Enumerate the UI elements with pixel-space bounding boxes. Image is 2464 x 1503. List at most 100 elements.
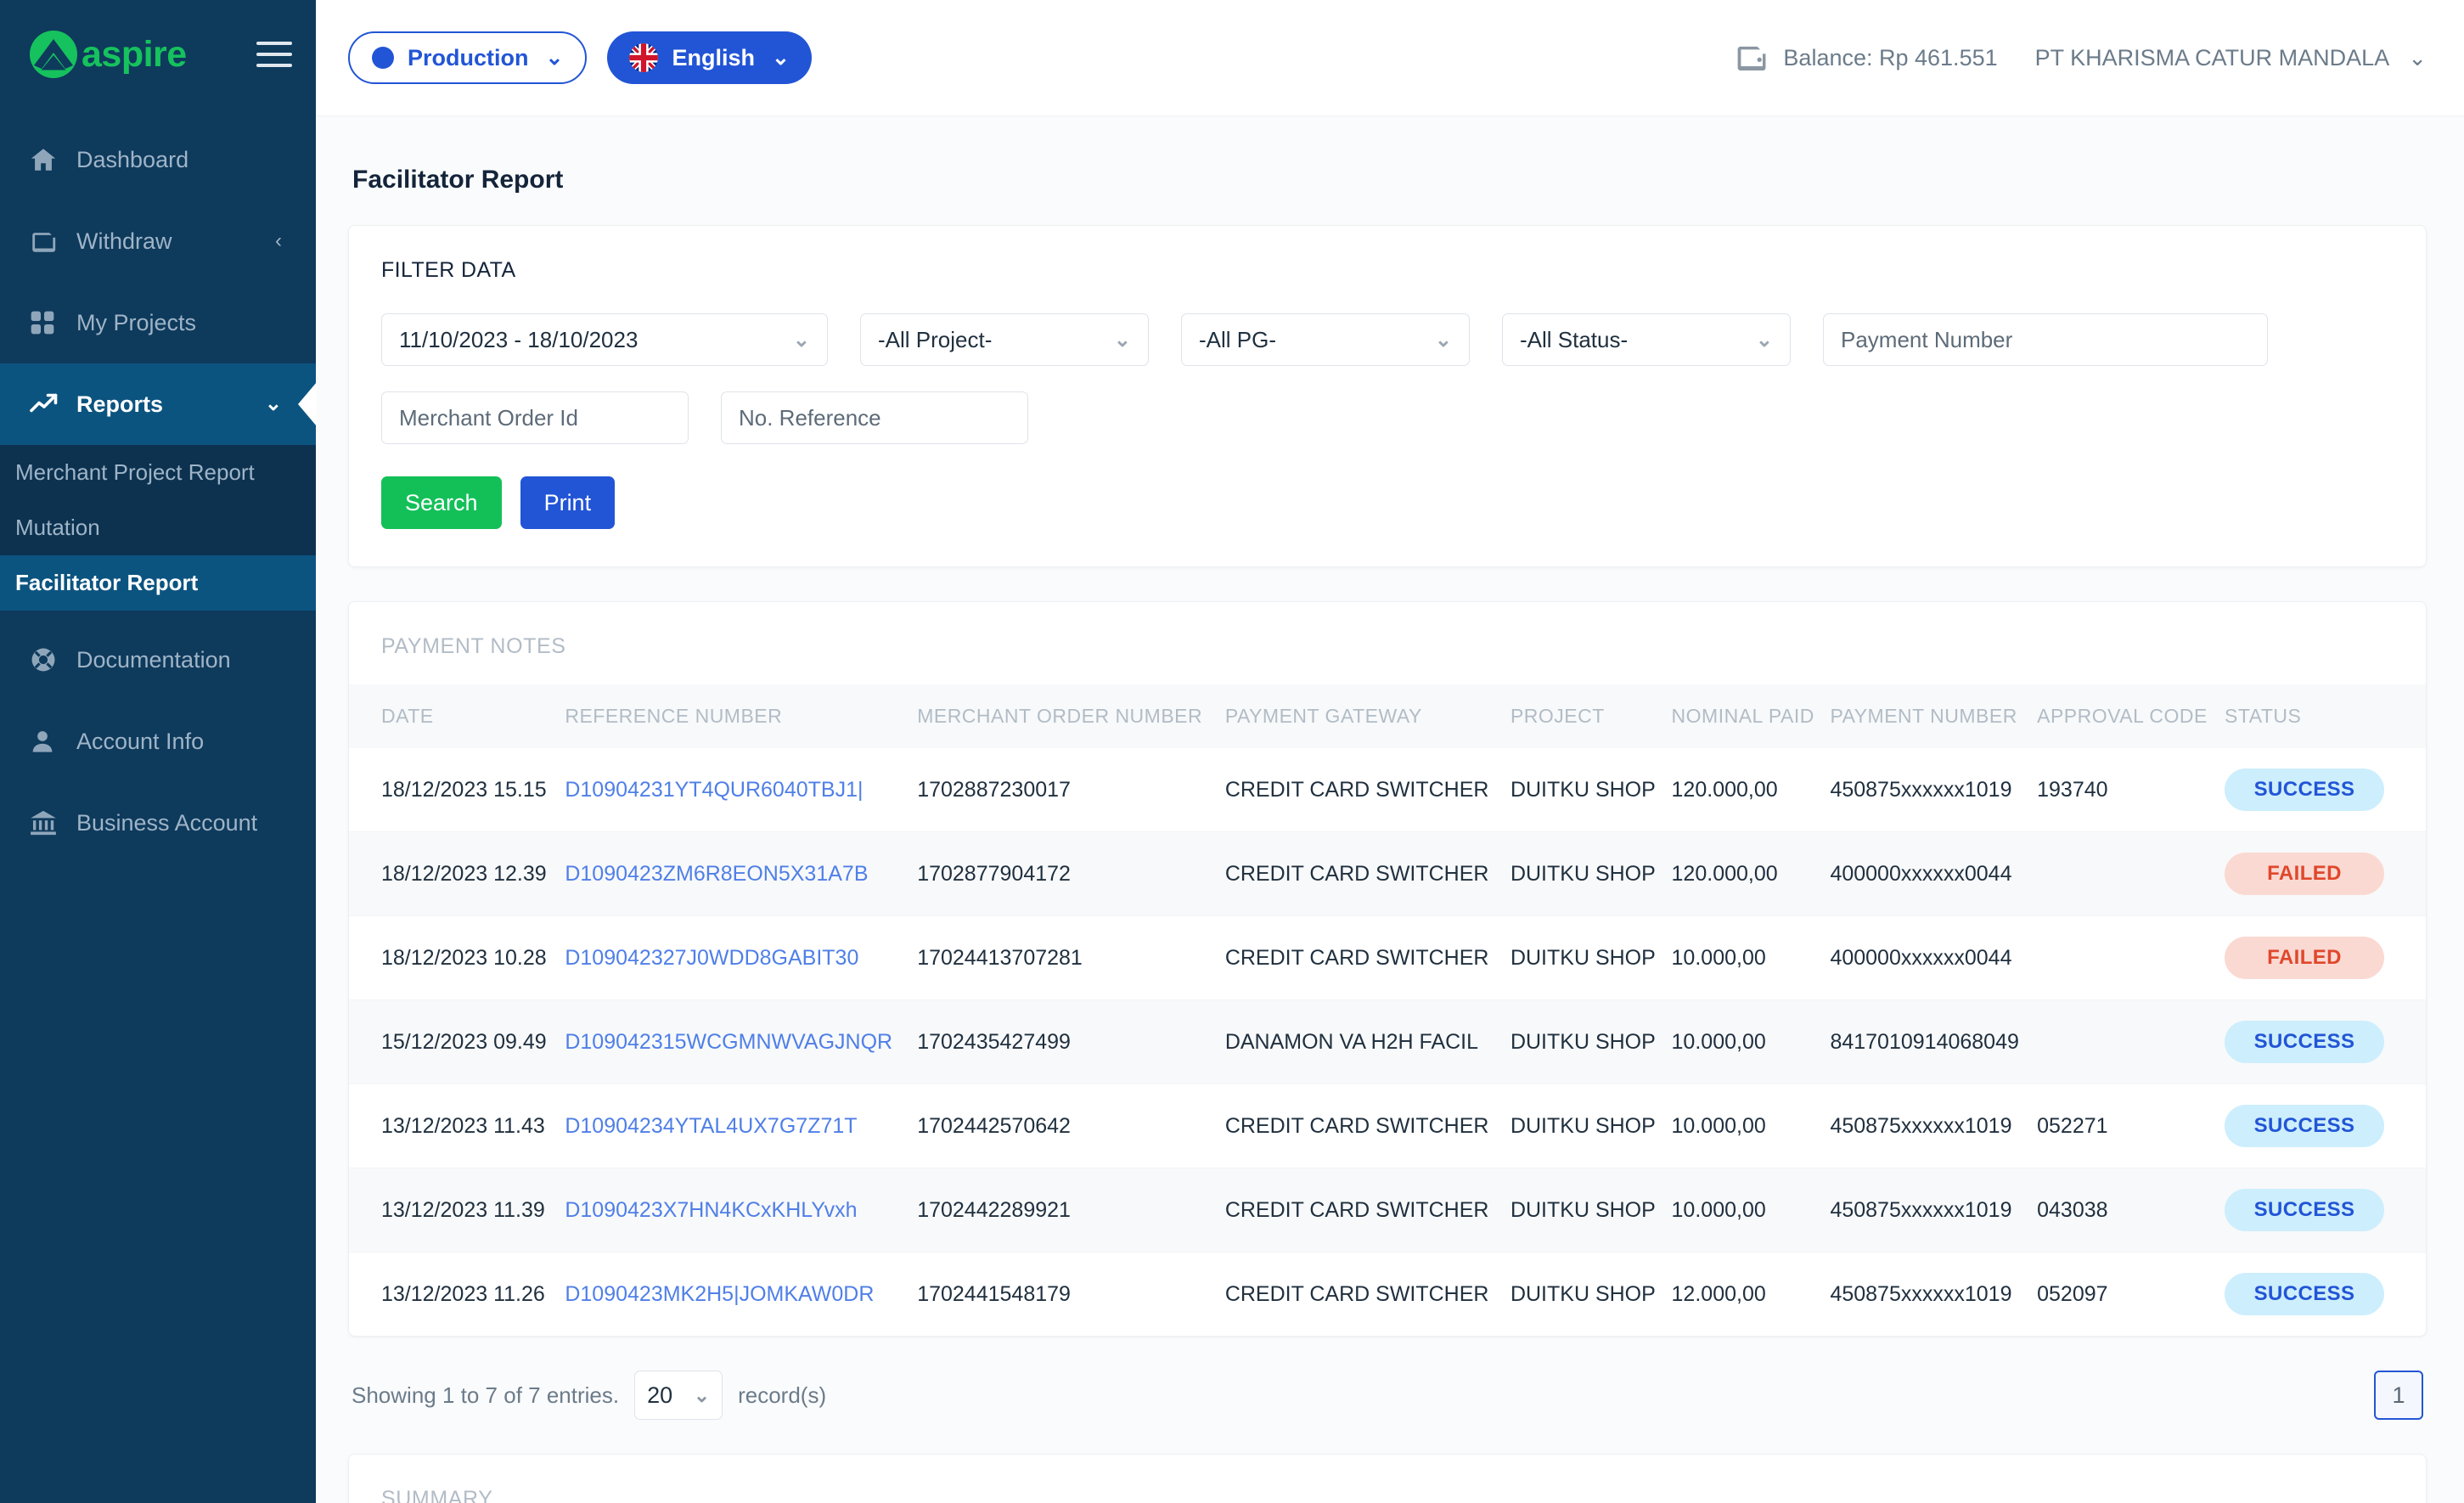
reference-number-link[interactable]: D1090423X7HN4KCxKHLYvxh [565, 1198, 857, 1222]
sidebar-subitem-merchant-project-report[interactable]: Merchant Project Report [0, 445, 316, 500]
sidebar-subitem-facilitator-report[interactable]: Facilitator Report [0, 555, 316, 611]
sidebar-item-account-info[interactable]: Account Info [0, 701, 316, 782]
sidebar-item-reports[interactable]: Reports ⌄ [0, 363, 316, 445]
table-cell-payment-number: 8417010914068049 [1830, 999, 2038, 1084]
date-range-picker[interactable]: 11/10/2023 - 18/10/2023 ⌄ [381, 313, 828, 366]
table-cell-date: 15/12/2023 09.49 [349, 999, 565, 1084]
topbar: Production ⌄ English ⌄ Balance: Rp 461.5… [316, 0, 2464, 116]
environment-label: Production [408, 44, 529, 70]
status-badge: SUCCESS [2225, 1189, 2385, 1231]
sidebar-item-withdraw[interactable]: Withdraw ‹ [0, 200, 316, 282]
environment-selector[interactable]: Production ⌄ [348, 31, 588, 84]
filter-row-1: 11/10/2023 - 18/10/2023 ⌄ -All Project- … [381, 313, 2394, 366]
table-row: 13/12/2023 11.26 D1090423MK2H5|JOMKAW0DR 1… [349, 1252, 2426, 1337]
table-cell-status: SUCCESS [2225, 1168, 2426, 1252]
language-selector[interactable]: English ⌄ [607, 31, 812, 84]
table-cell-nominal-paid: 10.000,00 [1671, 1168, 1831, 1252]
reference-number-link[interactable]: D10904234YTAL4UX7G7Z71T [565, 1114, 857, 1138]
table-cell-payment-gateway: DANAMON VA H2H FACIL [1224, 999, 1510, 1084]
table-cell-nominal-paid: 120.000,00 [1671, 831, 1831, 916]
grid-icon [29, 309, 68, 336]
table-cell-nominal-paid: 10.000,00 [1671, 915, 1831, 1000]
status-badge: SUCCESS [2225, 1273, 2385, 1315]
sidebar-item-my-projects[interactable]: My Projects [0, 282, 316, 363]
project-select[interactable]: -All Project- ⌄ [860, 313, 1149, 366]
reference-number-link[interactable]: D109042327J0WDD8GABIT30 [565, 946, 858, 970]
table-cell-reference-number: D109042327J0WDD8GABIT30 [565, 915, 918, 1000]
hamburger-icon[interactable] [256, 42, 292, 67]
pagination-page-1[interactable]: 1 [2374, 1371, 2423, 1420]
reference-number-link[interactable]: D109042315WCGMNWVAGJNQR [565, 1030, 892, 1054]
payment-number-placeholder: Payment Number [1841, 326, 2013, 352]
chevron-down-icon: ⌄ [2408, 44, 2427, 70]
filter-row-2: Merchant Order Id No. Reference [381, 391, 2394, 444]
merchant-selector[interactable]: PT KHARISMA CATUR MANDALA ⌄ [2035, 45, 2427, 71]
table-row: 13/12/2023 11.39 D1090423X7HN4KCxKHLYvxh 1… [349, 1168, 2426, 1252]
reference-number-link[interactable]: D1090423MK2H5|JOMKAW0DR [565, 1282, 874, 1306]
sidebar-item-label: My Projects [76, 309, 197, 335]
main-area: Production ⌄ English ⌄ Balance: Rp 461.5… [316, 0, 2464, 1503]
column-header-project: PROJECT [1510, 684, 1672, 748]
filter-card: FILTER DATA 11/10/2023 - 18/10/2023 ⌄ -A… [348, 225, 2427, 567]
sidebar-item-business-account[interactable]: Business Account [0, 782, 316, 864]
status-select-value: -All Status- [1520, 326, 1629, 352]
records-label: record(s) [738, 1382, 827, 1408]
sidebar-item-documentation[interactable]: Documentation [0, 619, 316, 701]
status-badge: SUCCESS [2225, 1105, 2385, 1147]
table-cell-reference-number: D1090423X7HN4KCxKHLYvxh [565, 1168, 918, 1252]
bank-icon [29, 808, 68, 837]
print-button[interactable]: Print [520, 476, 616, 529]
sidebar-item-label: Withdraw [76, 228, 172, 254]
column-header-date: DATE [349, 684, 565, 748]
table-cell-payment-number: 450875xxxxxx1019 [1830, 1084, 2038, 1168]
merchant-order-id-input[interactable]: Merchant Order Id [381, 391, 689, 444]
table-cell-payment-number: 450875xxxxxx1019 [1830, 1168, 2038, 1252]
table-cell-nominal-paid: 10.000,00 [1671, 999, 1831, 1084]
reference-number-link[interactable]: D10904231YT4QUR6040TBJ1| [565, 778, 863, 802]
search-button[interactable]: Search [381, 476, 502, 529]
sidebar-subnav-reports: Merchant Project Report Mutation Facilit… [0, 445, 316, 611]
page-size-select[interactable]: 20 ⌄ [634, 1371, 723, 1420]
sidebar-item-dashboard[interactable]: Dashboard [0, 119, 316, 200]
sidebar-subitem-mutation[interactable]: Mutation [0, 500, 316, 555]
merchant-name: PT KHARISMA CATUR MANDALA [2034, 44, 2390, 70]
content-area: Facilitator Report FILTER DATA 11/10/202… [316, 116, 2464, 1503]
chevron-down-icon: ⌄ [792, 328, 810, 352]
table-cell-project: DUITKU SHOP [1510, 1281, 1656, 1306]
table-cell-payment-number: 400000xxxxxx0044 [1830, 831, 2038, 916]
table-cell-project: DUITKU SHOP [1510, 999, 1672, 1084]
table-cell-merchant-order-number: 1702442289921 [917, 1168, 1225, 1252]
table-cell-date: 13/12/2023 11.26 [381, 1281, 545, 1306]
payment-gateway-select[interactable]: -All PG- ⌄ [1181, 313, 1470, 366]
sidebar-nav: Dashboard Withdraw ‹ My Projects Reports… [0, 119, 316, 864]
showing-entries-label: Showing 1 to 7 of 7 entries. [352, 1382, 620, 1408]
table-row: 15/12/2023 09.49 D109042315WCGMNWVAGJNQR 1… [349, 999, 2426, 1084]
table-cell-reference-number: D1090423ZM6R8EON5X31A7B [565, 831, 918, 916]
lifebuoy-icon [29, 645, 68, 674]
table-header-row: DATE REFERENCE NUMBER MERCHANT ORDER NUM… [349, 684, 2426, 748]
no-reference-input[interactable]: No. Reference [721, 391, 1028, 444]
table-cell-payment-number: 400000xxxxxx0044 [1830, 915, 2038, 1000]
payment-number-input[interactable]: Payment Number [1823, 313, 2268, 366]
table-row: 18/12/2023 15.15 D10904231YT4QUR6040TBJ1|… [349, 748, 2426, 832]
sidebar-subitem-label: Merchant Project Report [15, 459, 255, 485]
status-select[interactable]: -All Status- ⌄ [1502, 313, 1791, 366]
table-cell-merchant-order-number: 1702435427499 [917, 999, 1225, 1084]
table-cell-approval-code [2037, 999, 2225, 1084]
filter-heading: FILTER DATA [381, 258, 516, 282]
reference-number-link[interactable]: D1090423ZM6R8EON5X31A7B [565, 862, 868, 886]
brand-row: aspire [0, 0, 316, 109]
date-range-value: 11/10/2023 - 18/10/2023 [399, 326, 639, 352]
column-header-approval-code: APPROVAL CODE [2037, 684, 2225, 748]
chevron-down-icon: ⌄ [1434, 328, 1452, 352]
table-cell-status: SUCCESS [2225, 999, 2426, 1084]
table-cell-merchant-order-number: 1702441548179 [917, 1281, 1071, 1306]
status-badge: FAILED [2225, 853, 2385, 895]
table-cell-date: 18/12/2023 10.28 [349, 915, 565, 1000]
status-badge: FAILED [2225, 937, 2385, 979]
table-cell-nominal-paid: 120.000,00 [1671, 748, 1831, 832]
column-header-payment-number: PAYMENT NUMBER [1830, 684, 2038, 748]
table-cell-approval-code: 193740 [2037, 748, 2225, 832]
table-cell-approval-code: 043038 [2037, 1168, 2225, 1252]
no-reference-placeholder: No. Reference [739, 404, 881, 431]
